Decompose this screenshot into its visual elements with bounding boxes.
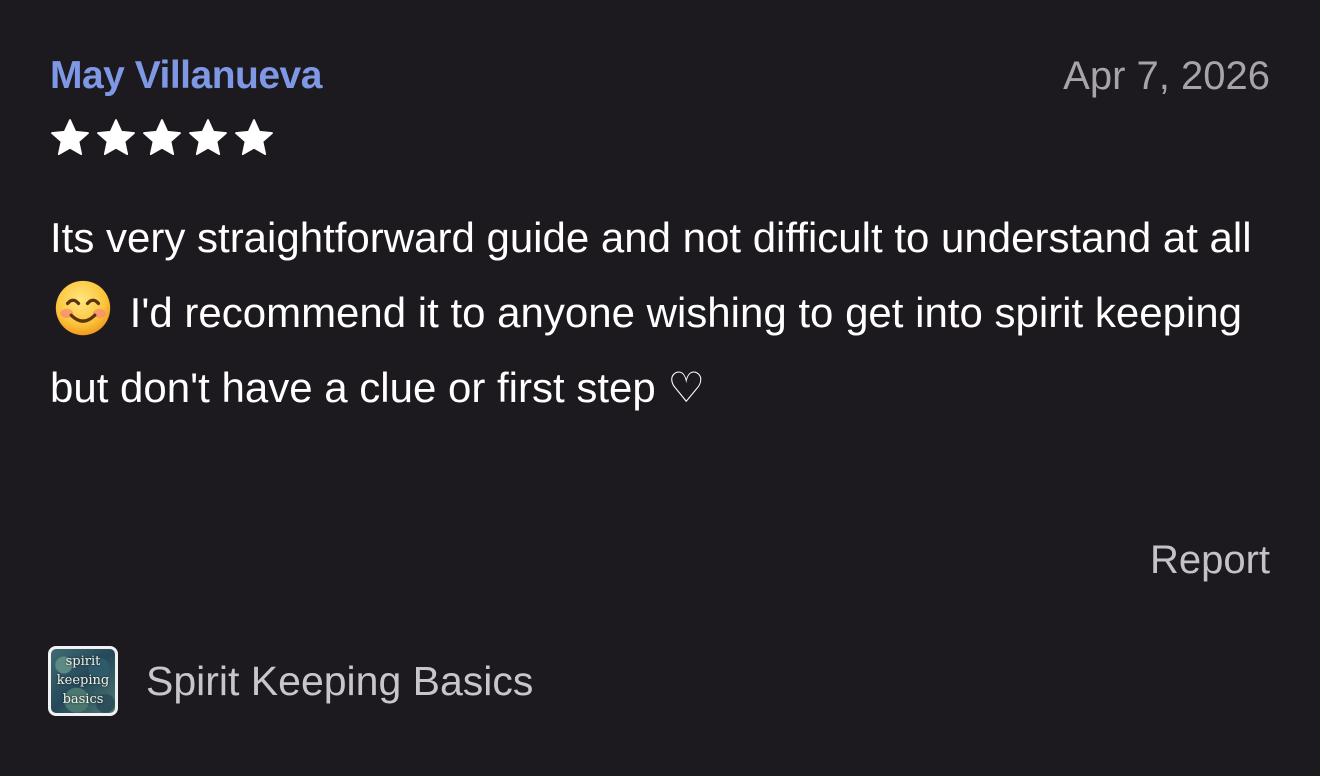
star-filled-icon: [143, 119, 181, 156]
star-filled-icon: [97, 119, 135, 156]
book-cover-line: basics: [62, 692, 104, 707]
book-cover-line: spirit: [65, 654, 101, 669]
book-title[interactable]: Spirit Keeping Basics: [146, 657, 533, 705]
review-text-part-2: I'd recommend it to anyone wishing to ge…: [50, 289, 1242, 411]
star-filled-icon: [51, 119, 89, 156]
report-button[interactable]: Report: [1150, 536, 1270, 584]
book-cover-title: spirit keeping basics: [51, 652, 115, 709]
star-filled-icon: [235, 119, 273, 156]
star-rating: [48, 116, 276, 160]
book-cover-line: keeping: [56, 673, 110, 688]
review-date: Apr 7, 2026: [1063, 54, 1270, 98]
review-body: Its very straightforward guide and not d…: [50, 200, 1280, 425]
review-text-part-1: Its very straightforward guide and not d…: [50, 214, 1252, 261]
star-filled-icon: [189, 119, 227, 156]
book-cover-image[interactable]: spirit keeping basics: [48, 646, 118, 716]
smiling-face-emoji-icon: [55, 280, 111, 336]
reviewer-name[interactable]: May Villanueva: [50, 52, 322, 100]
book-link[interactable]: spirit keeping basics Spirit Keeping Bas…: [48, 643, 533, 719]
review-card: May Villanueva Apr 7, 2026 Its very stra…: [0, 0, 1320, 776]
